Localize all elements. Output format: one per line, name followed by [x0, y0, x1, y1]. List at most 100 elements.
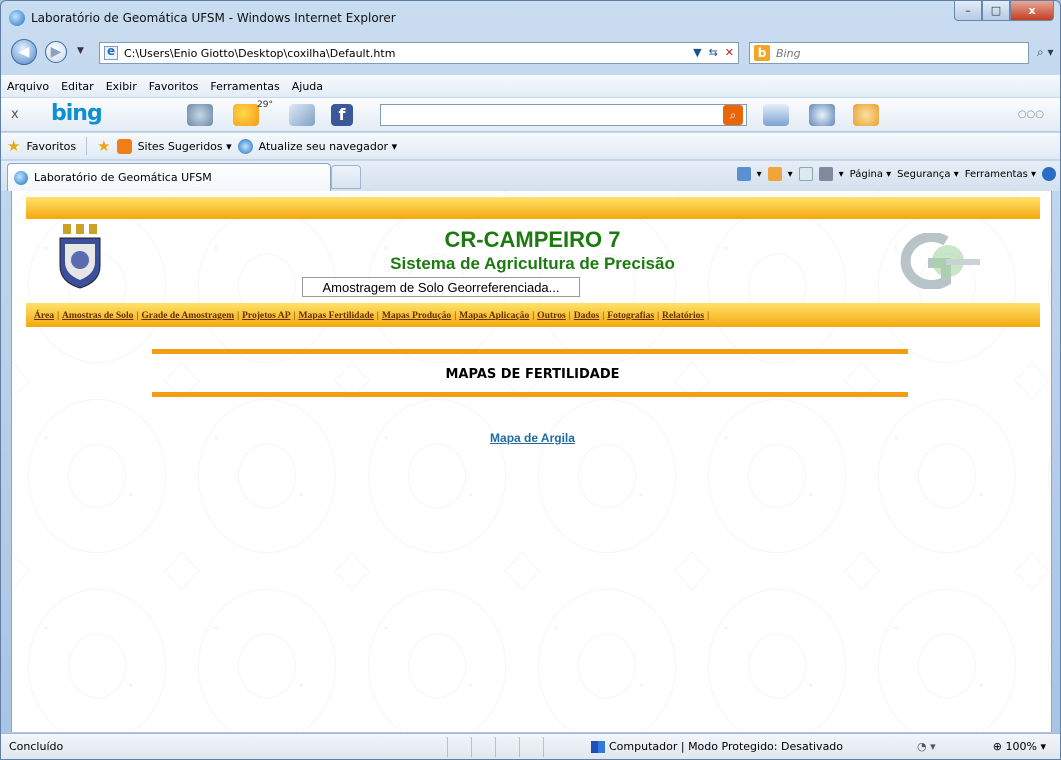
- nav-separator: |: [568, 309, 571, 321]
- zone-text: Computador | Modo Protegido: Desativado: [609, 740, 844, 753]
- nav-separator: |: [293, 309, 296, 321]
- tools-menu[interactable]: Ferramentas ▾: [965, 169, 1036, 180]
- status-text: Concluído: [9, 740, 64, 753]
- nav-separator: |: [532, 309, 535, 321]
- address-bar[interactable]: C:\Users\Enio Giotto\Desktop\coxilha\Def…: [99, 42, 739, 64]
- nav-separator: |: [57, 309, 59, 321]
- search-box[interactable]: b Bing: [749, 42, 1029, 64]
- toolbar-search-button[interactable]: ⌕: [723, 105, 743, 125]
- nav-grade-de-amostragem[interactable]: Grade de Amostragem: [141, 310, 234, 321]
- menu-ajuda[interactable]: Ajuda: [292, 80, 323, 93]
- nav-separator: |: [707, 309, 710, 321]
- sparkle-icon[interactable]: [853, 104, 879, 126]
- facebook-icon[interactable]: f: [331, 104, 353, 126]
- maximize-button[interactable]: □: [982, 1, 1010, 21]
- media-icon[interactable]: [809, 104, 835, 126]
- page-menu[interactable]: Página ▾: [850, 169, 892, 180]
- mail-icon[interactable]: [289, 104, 315, 126]
- more-icon[interactable]: ○○○: [1018, 109, 1044, 120]
- suggested-sites-link[interactable]: Sites Sugeridos ▾: [138, 140, 232, 153]
- refresh-icon[interactable]: ⇆: [709, 46, 718, 59]
- top-rule: [152, 349, 908, 354]
- divider: [86, 137, 88, 155]
- address-dropdown-icon[interactable]: ▼: [693, 46, 701, 59]
- search-go-icon[interactable]: ⌕ ▾: [1037, 45, 1054, 60]
- tab-ie-icon: [14, 170, 28, 185]
- window-controls: – □ x: [954, 1, 1054, 21]
- menu-bar: Arquivo Editar Exibir Favoritos Ferramen…: [1, 75, 1060, 97]
- favorites-bar: ★ Favoritos ★ Sites Sugeridos ▾ Atualize…: [1, 133, 1060, 159]
- close-button[interactable]: x: [1010, 1, 1054, 21]
- menu-favoritos[interactable]: Favoritos: [149, 80, 199, 93]
- toolbar-close-icon[interactable]: x: [11, 107, 19, 122]
- nav-projetos-ap[interactable]: Projetos AP: [242, 310, 291, 321]
- forward-button[interactable]: ▶: [45, 41, 67, 63]
- browser-window: Laboratório de Geomática UFSM - Windows …: [0, 0, 1061, 760]
- nav-dados[interactable]: Dados: [574, 310, 600, 321]
- site-nav: Área | Amostras de Solo | Grade de Amostra…: [26, 303, 1040, 327]
- subtitle-box: Amostragem de Solo Georreferenciada...: [302, 277, 580, 297]
- minimize-button[interactable]: –: [954, 1, 982, 21]
- stop-icon[interactable]: ✕: [725, 46, 734, 59]
- zoom-level[interactable]: ⊕ 100% ▾: [993, 740, 1046, 753]
- nav-mapas-fertilidade[interactable]: Mapas Fertilidade: [299, 310, 374, 321]
- suggested-sites-icon: [116, 138, 132, 154]
- zoom-value: 100%: [1005, 740, 1037, 753]
- nav-separator: |: [657, 309, 660, 321]
- search-placeholder[interactable]: Bing: [776, 47, 801, 60]
- back-button[interactable]: ◀: [11, 39, 37, 65]
- history-dropdown-icon[interactable]: ▼: [77, 46, 84, 56]
- nav-mapas-aplicacao[interactable]: Mapas Aplicação: [459, 310, 529, 321]
- home-dropdown-icon: ▾: [756, 168, 762, 180]
- feeds-icon[interactable]: [767, 167, 782, 181]
- nav-separator: |: [376, 309, 379, 321]
- like-icon[interactable]: [763, 104, 789, 126]
- security-zone[interactable]: Computador | Modo Protegido: Desativado: [591, 740, 843, 753]
- toolbar-search-input[interactable]: [380, 104, 747, 126]
- nav-outros[interactable]: Outros: [537, 310, 566, 321]
- nav-fotografias[interactable]: Fotografias: [607, 310, 654, 321]
- weather-icon[interactable]: [233, 104, 259, 126]
- nav-mapas-producao[interactable]: Mapas Produção: [382, 310, 451, 321]
- menu-editar[interactable]: Editar: [61, 80, 94, 93]
- home-icon[interactable]: [736, 167, 751, 181]
- tab-title[interactable]: Laboratório de Geomática UFSM: [34, 171, 212, 184]
- window-title: Laboratório de Geomática UFSM - Windows …: [31, 11, 396, 25]
- page-icon: [104, 44, 118, 60]
- new-tab-button[interactable]: [331, 165, 361, 189]
- menu-ferramentas[interactable]: Ferramentas: [210, 80, 279, 93]
- status-divider: [543, 737, 544, 757]
- address-controls: ▼ ⇆ ✕: [693, 46, 734, 59]
- status-divider: [447, 737, 448, 757]
- nav-separator: |: [454, 309, 457, 321]
- maps-icon[interactable]: [187, 104, 213, 126]
- page-heading: CR-CAMPEIRO 7: [444, 227, 621, 252]
- nav-relatorios[interactable]: Relatórios: [662, 310, 704, 321]
- bing-logo[interactable]: bing: [51, 101, 103, 126]
- add-favorite-icon[interactable]: ★: [97, 137, 110, 155]
- tab-row: Laboratório de Geomática UFSM ▾ ▾ ▾ Pági…: [1, 161, 1060, 191]
- update-browser-link[interactable]: Atualize seu navegador ▾: [259, 140, 397, 153]
- help-icon[interactable]: [1042, 167, 1056, 181]
- print-icon[interactable]: [818, 167, 833, 181]
- mail-read-icon[interactable]: [798, 167, 813, 181]
- nav-area[interactable]: Área: [34, 310, 54, 321]
- menu-exibir[interactable]: Exibir: [106, 80, 137, 93]
- nav-separator: |: [237, 309, 239, 321]
- back-arrow-icon: ◀: [18, 44, 30, 60]
- bing-search-icon: b: [754, 45, 770, 61]
- address-url[interactable]: C:\Users\Enio Giotto\Desktop\coxilha\Def…: [124, 47, 395, 60]
- favorites-star-icon[interactable]: ★: [7, 137, 20, 155]
- top-banner-band: [26, 197, 1040, 219]
- menu-arquivo[interactable]: Arquivo: [7, 80, 49, 93]
- nav-amostras-de-solo[interactable]: Amostras de Solo: [62, 310, 133, 321]
- protected-mode-icon[interactable]: ◔ ▾: [917, 740, 936, 753]
- favorites-label[interactable]: Favoritos: [26, 140, 76, 153]
- page-content: CR-CAMPEIRO 7 Sistema de Agricultura de …: [11, 191, 1052, 732]
- forward-arrow-icon: ▶: [50, 44, 62, 60]
- tab-active[interactable]: Laboratório de Geomática UFSM: [7, 163, 331, 191]
- command-bar: ▾ ▾ ▾ Página ▾ Segurança ▾ Ferramentas ▾: [736, 167, 1056, 181]
- computer-zone-icon: [591, 740, 605, 753]
- mapa-de-argila-link[interactable]: Mapa de Argila: [12, 431, 1051, 445]
- security-menu[interactable]: Segurança ▾: [897, 169, 959, 180]
